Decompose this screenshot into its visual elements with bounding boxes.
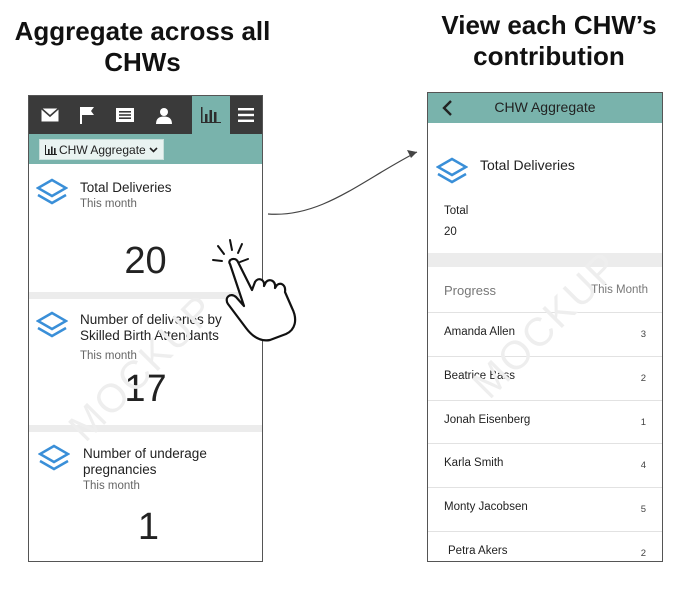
chw-value: 1 <box>640 417 646 428</box>
total-value: 20 <box>444 226 457 238</box>
chw-name: Amanda Allen <box>444 326 515 338</box>
chw-value: 5 <box>640 504 646 515</box>
chw-aggregate-dropdown[interactable]: CHW Aggregate <box>39 139 164 160</box>
chw-value: 2 <box>640 373 646 384</box>
list-icon[interactable] <box>108 96 142 134</box>
card-divider <box>29 425 262 432</box>
mail-icon[interactable] <box>33 96 67 134</box>
layers-icon <box>436 157 468 184</box>
card-value: 1 <box>137 506 160 548</box>
indicator-title: Total Deliveries <box>480 157 575 173</box>
chw-row[interactable]: Petra Akers 2 <box>428 531 662 561</box>
indicator-card[interactable]: Number of underage pregnancies This mont… <box>29 432 262 561</box>
chw-name: Karla Smith <box>444 457 504 469</box>
chw-row[interactable]: Beatrice Bass 2 <box>428 356 662 401</box>
person-icon[interactable] <box>147 96 181 134</box>
chw-row[interactable]: Monty Jacobsen 5 <box>428 487 662 532</box>
chw-value: 2 <box>640 548 646 559</box>
chw-value: 3 <box>640 329 646 340</box>
detail-title: CHW Aggregate <box>494 99 596 115</box>
chw-name: Monty Jacobsen <box>444 501 528 513</box>
card-value: 17 <box>124 368 167 410</box>
detail-header: CHW Aggregate <box>428 93 662 123</box>
aggregate-heading: Aggregate across all CHWs <box>14 16 271 77</box>
chw-row[interactable]: Amanda Allen 3 <box>428 312 662 357</box>
chevron-down-icon <box>149 146 158 153</box>
contribution-phone-screen: CHW Aggregate Total Deliveries Total 20 … <box>427 92 663 562</box>
card-title: Number of underage pregnancies <box>83 446 207 477</box>
chw-row[interactable]: Jonah Eisenberg 1 <box>428 400 662 445</box>
menu-icon[interactable] <box>230 96 262 134</box>
chw-name: Beatrice Bass <box>444 370 515 382</box>
section-divider <box>428 253 662 267</box>
bar-chart-icon <box>45 144 57 155</box>
layers-icon <box>38 444 70 471</box>
chw-name: Petra Akers <box>448 545 508 557</box>
total-label: Total <box>444 205 469 217</box>
layers-icon <box>36 311 68 338</box>
flag-icon[interactable] <box>70 96 104 134</box>
bar-chart-icon[interactable] <box>192 96 230 134</box>
card-subtitle: This month <box>83 480 140 492</box>
chw-row[interactable]: Karla Smith 4 <box>428 443 662 488</box>
contribution-heading: View each CHW’s contribution <box>441 10 657 71</box>
hand-pointer-icon <box>212 239 297 342</box>
top-nav-bar <box>29 96 262 134</box>
layers-icon <box>36 178 68 205</box>
chw-value: 4 <box>640 460 646 471</box>
period-label: This Month <box>591 284 648 296</box>
progress-label: Progress <box>444 283 497 298</box>
chw-name: Jonah Eisenberg <box>444 414 531 426</box>
card-subtitle: This month <box>80 350 137 362</box>
dropdown-label: CHW Aggregate <box>59 142 146 157</box>
card-subtitle: This month <box>80 198 137 210</box>
